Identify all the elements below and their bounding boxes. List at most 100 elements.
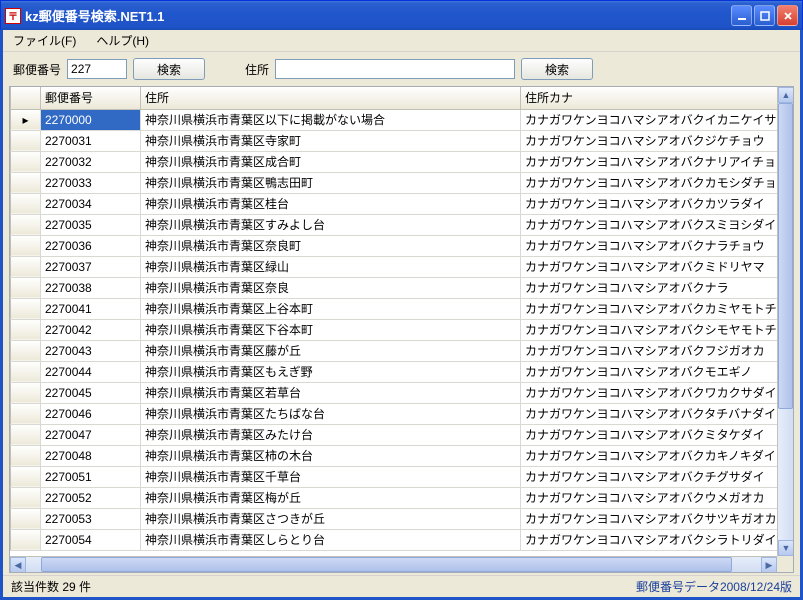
search-addr-button[interactable]: 検索 <box>521 58 593 80</box>
table-row[interactable]: 2270048神奈川県横浜市青葉区柿の木台カナガワケンヨコハマシアオバクカキノキ… <box>11 445 778 466</box>
cell-zip[interactable]: 2270053 <box>41 508 141 529</box>
table-row[interactable]: 2270033神奈川県横浜市青葉区鴨志田町カナガワケンヨコハマシアオバクカモシダ… <box>11 172 778 193</box>
cell-zip[interactable]: 2270036 <box>41 235 141 256</box>
cell-kana[interactable]: カナガワケンヨコハマシアオバクカツラダイ <box>521 193 778 214</box>
table-row[interactable]: 2270043神奈川県横浜市青葉区藤が丘カナガワケンヨコハマシアオバクフジガオカ <box>11 340 778 361</box>
addr-input[interactable] <box>275 59 515 79</box>
table-row[interactable]: 2270036神奈川県横浜市青葉区奈良町カナガワケンヨコハマシアオバクナラチョウ <box>11 235 778 256</box>
maximize-button[interactable] <box>754 5 775 26</box>
col-header-addr[interactable]: 住所 <box>141 87 521 109</box>
table-row[interactable]: ▸2270000神奈川県横浜市青葉区以下に掲載がない場合カナガワケンヨコハマシア… <box>11 109 778 130</box>
row-selector[interactable] <box>11 382 41 403</box>
table-row[interactable]: 2270054神奈川県横浜市青葉区しらとり台カナガワケンヨコハマシアオバクシラト… <box>11 529 778 550</box>
cell-kana[interactable]: カナガワケンヨコハマシアオバクチグサダイ <box>521 466 778 487</box>
table-row[interactable]: 2270038神奈川県横浜市青葉区奈良カナガワケンヨコハマシアオバクナラ <box>11 277 778 298</box>
cell-zip[interactable]: 2270048 <box>41 445 141 466</box>
row-selector[interactable] <box>11 172 41 193</box>
horizontal-scroll-thumb[interactable] <box>41 557 732 572</box>
horizontal-scrollbar[interactable]: ◀ ▶ <box>10 556 777 572</box>
row-selector[interactable] <box>11 508 41 529</box>
cell-kana[interactable]: カナガワケンヨコハマシアオバクスミヨシダイ <box>521 214 778 235</box>
cell-kana[interactable]: カナガワケンヨコハマシアオバクナラチョウ <box>521 235 778 256</box>
cell-kana[interactable]: カナガワケンヨコハマシアオバクシモヤモトチョ <box>521 319 778 340</box>
cell-addr[interactable]: 神奈川県横浜市青葉区たちばな台 <box>141 403 521 424</box>
row-selector[interactable] <box>11 487 41 508</box>
cell-addr[interactable]: 神奈川県横浜市青葉区鴨志田町 <box>141 172 521 193</box>
row-selector[interactable] <box>11 424 41 445</box>
cell-addr[interactable]: 神奈川県横浜市青葉区上谷本町 <box>141 298 521 319</box>
col-header-kana[interactable]: 住所カナ <box>521 87 778 109</box>
cell-kana[interactable]: カナガワケンヨコハマシアオバクカミヤモトチョ <box>521 298 778 319</box>
cell-zip[interactable]: 2270041 <box>41 298 141 319</box>
cell-kana[interactable]: カナガワケンヨコハマシアオバクミタケダイ <box>521 424 778 445</box>
vertical-scroll-thumb[interactable] <box>778 103 793 409</box>
table-row[interactable]: 2270035神奈川県横浜市青葉区すみよし台カナガワケンヨコハマシアオバクスミヨ… <box>11 214 778 235</box>
table-row[interactable]: 2270046神奈川県横浜市青葉区たちばな台カナガワケンヨコハマシアオバクタチバ… <box>11 403 778 424</box>
row-header-corner[interactable] <box>11 87 41 109</box>
cell-kana[interactable]: カナガワケンヨコハマシアオバクカモシダチョ <box>521 172 778 193</box>
row-selector[interactable] <box>11 130 41 151</box>
scroll-right-icon[interactable]: ▶ <box>761 557 777 573</box>
col-header-zip[interactable]: 郵便番号 <box>41 87 141 109</box>
cell-zip[interactable]: 2270000 <box>41 109 141 130</box>
table-row[interactable]: 2270041神奈川県横浜市青葉区上谷本町カナガワケンヨコハマシアオバクカミヤモ… <box>11 298 778 319</box>
cell-zip[interactable]: 2270051 <box>41 466 141 487</box>
cell-zip[interactable]: 2270032 <box>41 151 141 172</box>
cell-kana[interactable]: カナガワケンヨコハマシアオバクシラトリダイ <box>521 529 778 550</box>
cell-addr[interactable]: 神奈川県横浜市青葉区下谷本町 <box>141 319 521 340</box>
cell-zip[interactable]: 2270043 <box>41 340 141 361</box>
cell-addr[interactable]: 神奈川県横浜市青葉区以下に掲載がない場合 <box>141 109 521 130</box>
cell-zip[interactable]: 2270054 <box>41 529 141 550</box>
table-row[interactable]: 2270037神奈川県横浜市青葉区緑山カナガワケンヨコハマシアオバクミドリヤマ <box>11 256 778 277</box>
cell-addr[interactable]: 神奈川県横浜市青葉区成合町 <box>141 151 521 172</box>
table-row[interactable]: 2270032神奈川県横浜市青葉区成合町カナガワケンヨコハマシアオバクナリアイチ… <box>11 151 778 172</box>
cell-addr[interactable]: 神奈川県横浜市青葉区奈良町 <box>141 235 521 256</box>
row-selector[interactable] <box>11 529 41 550</box>
table-row[interactable]: 2270051神奈川県横浜市青葉区千草台カナガワケンヨコハマシアオバクチグサダイ <box>11 466 778 487</box>
row-selector[interactable] <box>11 193 41 214</box>
cell-kana[interactable]: カナガワケンヨコハマシアオバクフジガオカ <box>521 340 778 361</box>
row-selector[interactable] <box>11 235 41 256</box>
cell-zip[interactable]: 2270038 <box>41 277 141 298</box>
table-row[interactable]: 2270052神奈川県横浜市青葉区梅が丘カナガワケンヨコハマシアオバクウメガオカ <box>11 487 778 508</box>
scroll-down-icon[interactable]: ▼ <box>778 540 794 556</box>
cell-kana[interactable]: カナガワケンヨコハマシアオバクタチバナダイ <box>521 403 778 424</box>
cell-zip[interactable]: 2270046 <box>41 403 141 424</box>
row-selector[interactable] <box>11 298 41 319</box>
row-selector[interactable] <box>11 214 41 235</box>
row-selector[interactable] <box>11 151 41 172</box>
cell-zip[interactable]: 2270042 <box>41 319 141 340</box>
cell-addr[interactable]: 神奈川県横浜市青葉区すみよし台 <box>141 214 521 235</box>
cell-kana[interactable]: カナガワケンヨコハマシアオバクモエギノ <box>521 361 778 382</box>
cell-addr[interactable]: 神奈川県横浜市青葉区奈良 <box>141 277 521 298</box>
row-selector[interactable] <box>11 361 41 382</box>
cell-addr[interactable]: 神奈川県横浜市青葉区みたけ台 <box>141 424 521 445</box>
cell-kana[interactable]: カナガワケンヨコハマシアオバクワカクサダイ <box>521 382 778 403</box>
row-selector[interactable] <box>11 256 41 277</box>
cell-kana[interactable]: カナガワケンヨコハマシアオバクサツキガオカ <box>521 508 778 529</box>
cell-addr[interactable]: 神奈川県横浜市青葉区緑山 <box>141 256 521 277</box>
cell-kana[interactable]: カナガワケンヨコハマシアオバクジケチョウ <box>521 130 778 151</box>
cell-addr[interactable]: 神奈川県横浜市青葉区若草台 <box>141 382 521 403</box>
table-row[interactable]: 2270053神奈川県横浜市青葉区さつきが丘カナガワケンヨコハマシアオバクサツキ… <box>11 508 778 529</box>
cell-kana[interactable]: カナガワケンヨコハマシアオバクカキノキダイ <box>521 445 778 466</box>
cell-zip[interactable]: 2270031 <box>41 130 141 151</box>
scroll-up-icon[interactable]: ▲ <box>778 87 794 103</box>
cell-kana[interactable]: カナガワケンヨコハマシアオバクウメガオカ <box>521 487 778 508</box>
close-button[interactable] <box>777 5 798 26</box>
cell-kana[interactable]: カナガワケンヨコハマシアオバクイカニケイサ <box>521 109 778 130</box>
cell-kana[interactable]: カナガワケンヨコハマシアオバクナリアイチョウ <box>521 151 778 172</box>
cell-zip[interactable]: 2270033 <box>41 172 141 193</box>
table-row[interactable]: 2270031神奈川県横浜市青葉区寺家町カナガワケンヨコハマシアオバクジケチョウ <box>11 130 778 151</box>
cell-addr[interactable]: 神奈川県横浜市青葉区寺家町 <box>141 130 521 151</box>
minimize-button[interactable] <box>731 5 752 26</box>
cell-addr[interactable]: 神奈川県横浜市青葉区さつきが丘 <box>141 508 521 529</box>
table-row[interactable]: 2270044神奈川県横浜市青葉区もえぎ野カナガワケンヨコハマシアオバクモエギノ <box>11 361 778 382</box>
cell-addr[interactable]: 神奈川県横浜市青葉区もえぎ野 <box>141 361 521 382</box>
zip-input[interactable] <box>67 59 127 79</box>
cell-addr[interactable]: 神奈川県横浜市青葉区梅が丘 <box>141 487 521 508</box>
row-selector[interactable]: ▸ <box>11 109 41 130</box>
menu-help[interactable]: ヘルプ(H) <box>92 30 153 51</box>
cell-kana[interactable]: カナガワケンヨコハマシアオバクミドリヤマ <box>521 256 778 277</box>
cell-addr[interactable]: 神奈川県横浜市青葉区藤が丘 <box>141 340 521 361</box>
